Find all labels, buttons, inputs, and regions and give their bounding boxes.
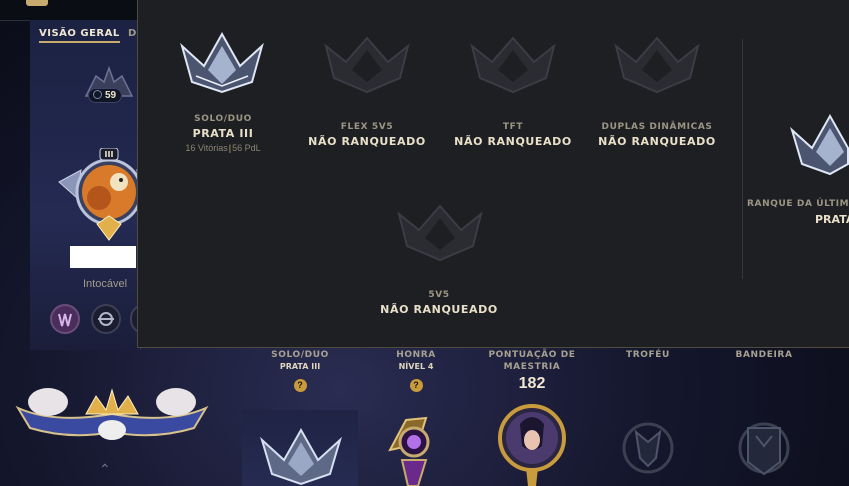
chevron-up-icon[interactable]: ⌃ — [99, 461, 111, 478]
queue-tft-rank: NÃO RANQUEADO — [454, 135, 572, 148]
queue-tft-name: TFT — [502, 122, 524, 132]
queue-5v5-name: 5V5 — [428, 290, 450, 300]
mastery-score: 182 — [518, 375, 546, 392]
queue-flex-name: FLEX 5V5 — [340, 122, 394, 132]
queue-flex[interactable]: FLEX 5V5 NÃO RANQUEADO — [302, 122, 432, 148]
queue-solo-wins: 16 Vitórias — [185, 143, 228, 153]
previous-season-label: RANQUE DA ÚLTIMA — [747, 199, 849, 209]
tab-overview[interactable]: VISÃO GERAL — [39, 28, 120, 43]
help-icon[interactable]: ? — [409, 379, 423, 392]
queue-solo[interactable]: SOLO/DUO PRATA III 16 Vitórias|56 PdL — [150, 114, 296, 153]
divider — [742, 39, 743, 279]
help-icon[interactable]: ? — [293, 379, 307, 392]
queue-solo-name: SOLO/DUO — [194, 114, 252, 124]
silver-emblem-icon — [260, 427, 342, 486]
summary-honor-level: NÍVEL 4 — [398, 362, 434, 371]
client-logo-icon — [26, 0, 48, 6]
queue-doubleup[interactable]: DUPLAS DINÂMICAS NÃO RANQUEADO — [587, 122, 727, 148]
summary-banner-label: BANDEIRA — [735, 350, 793, 360]
level-icon — [93, 90, 102, 99]
level-value: 59 — [105, 90, 117, 101]
profile-banner-crest-icon — [15, 388, 209, 440]
summary-mastery-label-1: PONTUAÇÃO DE — [488, 350, 576, 360]
level-badge: 59 — [88, 88, 123, 103]
queue-doubleup-name: DUPLAS DINÂMICAS — [601, 122, 713, 132]
banner-icon[interactable] — [738, 418, 790, 478]
summary-trophy: TROFÉU — [606, 349, 690, 361]
unranked-emblem-icon — [614, 36, 700, 94]
summary-solo: SOLO/DUO PRATA III ? — [258, 349, 342, 393]
queue-doubleup-rank: NÃO RANQUEADO — [598, 135, 716, 148]
summary-honor-label: HONRA — [396, 350, 436, 360]
silver-emblem-icon — [790, 113, 849, 176]
challenge-icon — [58, 313, 72, 327]
tier-numeral: III — [105, 150, 114, 159]
summary-banner: BANDEIRA — [722, 349, 806, 361]
stats-separator: | — [228, 143, 232, 153]
summary-trophy-label: TROFÉU — [626, 350, 670, 360]
queue-flex-rank: NÃO RANQUEADO — [308, 135, 426, 148]
summary-solo-rank: PRATA III — [279, 362, 321, 371]
wings-icon — [98, 312, 114, 326]
mastery-icon[interactable] — [496, 402, 568, 486]
summoner-name-redacted — [70, 246, 136, 268]
unranked-emblem-icon — [470, 36, 556, 94]
summary-honor: HONRA NÍVEL 4 ? — [374, 349, 458, 393]
summary-solo-label: SOLO/DUO — [271, 350, 329, 360]
challenge-token-1[interactable] — [50, 304, 80, 334]
queue-solo-stats: 16 Vitórias|56 PdL — [150, 143, 296, 153]
status-text: Intocável — [83, 278, 128, 290]
honor-icon[interactable] — [378, 410, 448, 486]
queue-5v5[interactable]: 5V5 NÃO RANQUEADO — [374, 290, 504, 316]
unranked-emblem-icon — [397, 204, 483, 262]
tab-partial[interactable]: D — [128, 28, 137, 39]
queue-tft[interactable]: TFT NÃO RANQUEADO — [448, 122, 578, 148]
queue-solo-lp: 56 PdL — [232, 143, 261, 153]
previous-season-rank: PRATA — [815, 213, 849, 226]
summary-mastery-label-2: MAESTRIA — [503, 362, 561, 372]
challenge-token-2[interactable] — [91, 304, 121, 334]
trophy-icon[interactable] — [622, 418, 674, 478]
summary-mastery: PONTUAÇÃO DE MAESTRIA 182 — [482, 349, 582, 393]
queue-5v5-rank: NÃO RANQUEADO — [380, 303, 498, 316]
silver-emblem-icon — [180, 31, 264, 94]
unranked-emblem-icon — [324, 36, 410, 94]
queue-solo-rank: PRATA III — [192, 127, 254, 140]
